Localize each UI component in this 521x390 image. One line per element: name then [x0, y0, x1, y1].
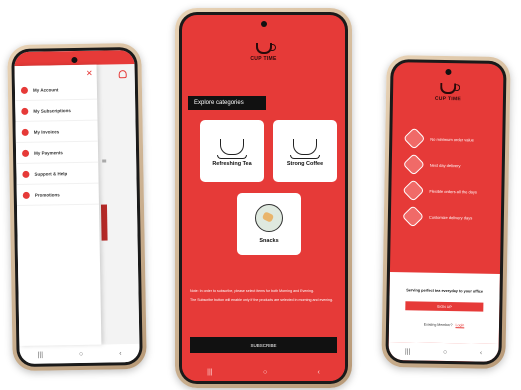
feature-label: Flexible orders all the days — [429, 188, 477, 195]
back-icon[interactable]: ‹ — [119, 350, 121, 357]
app-logo: CUP TIME — [433, 82, 463, 103]
note-text-2: The Subscribe button will enable only if… — [190, 298, 334, 302]
center-phone-screen: CUP TIME Explore categories Refreshing T… — [182, 15, 345, 381]
snacks-icon — [255, 204, 283, 232]
existing-member-text: Existing Member? — [423, 322, 453, 328]
drawer-item-my-payments[interactable]: My Payments — [15, 141, 99, 165]
coffee-cup-icon — [290, 139, 320, 159]
signup-panel: Serving perfect tea everyday to your off… — [388, 272, 500, 344]
note-text-1: Note: In order to subscribe, please sele… — [190, 289, 315, 293]
login-link[interactable]: Login — [455, 323, 464, 327]
customize-icon — [401, 205, 425, 228]
left-phone: ✕ My Account My Subscriptions My Invoice… — [7, 42, 147, 372]
logo-cup-icon — [255, 43, 276, 54]
center-phone: CUP TIME Explore categories Refreshing T… — [175, 8, 352, 388]
feature-item: Next day delivery — [402, 151, 502, 179]
subscribe-button[interactable]: SUBSCRIBE — [190, 337, 337, 353]
invoice-icon — [21, 128, 29, 136]
subscription-note: Note: In order to subscribe, please sele… — [190, 289, 337, 307]
signup-button[interactable]: SIGN UP — [405, 301, 484, 312]
subscription-icon — [21, 107, 29, 115]
feature-item: No minimum order value — [402, 125, 502, 153]
payment-icon — [21, 149, 30, 157]
recents-icon[interactable]: ||| — [37, 351, 43, 358]
system-nav-bar: ||| ○ ‹ — [182, 363, 345, 381]
drawer-item-label: Promotions — [34, 191, 60, 198]
drawer-item-label: My Account — [32, 86, 59, 93]
right-phone: CUP TIME No minimum order value Next day… — [381, 54, 511, 370]
feature-label: Next day delivery — [429, 162, 461, 168]
app-logo: CUP TIME — [249, 43, 279, 62]
promotion-icon — [22, 191, 30, 199]
navigation-drawer: ✕ My Account My Subscriptions My Invoice… — [14, 64, 102, 347]
drawer-item-my-subscriptions[interactable]: My Subscriptions — [15, 99, 98, 123]
home-icon[interactable]: ○ — [443, 348, 447, 355]
drawer-item-label: My Subscriptions — [33, 107, 71, 114]
drawer-item-label: My Payments — [34, 149, 63, 156]
right-phone-screen: CUP TIME No minimum order value Next day… — [388, 62, 504, 362]
tea-cup-icon — [217, 139, 247, 159]
camera-punch-hole — [445, 68, 452, 76]
feature-list: No minimum order value Next day delivery… — [391, 125, 503, 231]
camera-punch-hole — [71, 56, 78, 64]
divider — [102, 159, 107, 163]
background-red-bar — [100, 204, 108, 241]
recents-icon[interactable]: ||| — [405, 348, 411, 355]
drawer-item-my-invoices[interactable]: My Invoices — [15, 120, 98, 144]
signup-prompt: Serving perfect tea everyday to your off… — [406, 288, 484, 294]
logo-name: CUP TIME — [434, 95, 462, 103]
home-icon[interactable]: ○ — [263, 369, 267, 376]
center-phone-bezel: CUP TIME Explore categories Refreshing T… — [179, 12, 348, 384]
back-icon[interactable]: ‹ — [480, 349, 482, 356]
camera-punch-hole — [260, 21, 267, 27]
user-icon — [20, 86, 29, 94]
logo-name: CUP TIME — [250, 56, 277, 62]
home-icon[interactable]: ○ — [79, 350, 83, 357]
feature-item: Flexible orders all the days — [402, 177, 501, 205]
explore-categories-heading: Explore categories — [188, 96, 266, 110]
system-nav-bar: ||| ○ ‹ — [388, 342, 499, 362]
minimum-order-icon — [402, 127, 426, 150]
category-label: Strong Coffee — [286, 161, 324, 167]
left-phone-bezel: ✕ My Account My Subscriptions My Invoice… — [11, 46, 143, 368]
left-phone-screen: ✕ My Account My Subscriptions My Invoice… — [14, 49, 140, 365]
recents-icon[interactable]: ||| — [207, 369, 212, 376]
bell-icon[interactable] — [118, 70, 127, 79]
feature-label: No minimum order value — [430, 136, 474, 142]
right-phone-bezel: CUP TIME No minimum order value Next day… — [385, 59, 507, 365]
drawer-item-promotions[interactable]: Promotions — [16, 183, 99, 207]
system-nav-bar: ||| ○ ‹ — [19, 343, 140, 365]
category-card-snacks[interactable]: Snacks — [237, 193, 301, 255]
logo-cup-icon — [440, 82, 457, 95]
login-row: Existing Member? Login — [389, 322, 499, 328]
category-label: Snacks — [259, 238, 279, 244]
support-icon — [22, 170, 30, 178]
calendar-icon — [402, 179, 425, 202]
back-icon[interactable]: ‹ — [317, 369, 319, 376]
drawer-item-my-account[interactable]: My Account — [14, 78, 98, 102]
category-grid: Refreshing Tea Strong Coffee Snacks — [182, 120, 345, 270]
drawer-item-label: Support & Help — [34, 170, 68, 177]
category-label: Refreshing Tea — [212, 161, 252, 167]
category-card-strong-coffee[interactable]: Strong Coffee — [273, 120, 337, 182]
delivery-icon — [402, 153, 426, 176]
close-icon[interactable]: ✕ — [86, 69, 93, 78]
category-card-refreshing-tea[interactable]: Refreshing Tea — [200, 120, 264, 182]
feature-item: Customize delivery days — [401, 203, 501, 231]
drawer-item-label: My Invoices — [33, 128, 60, 135]
drawer-item-support-help[interactable]: Support & Help — [16, 162, 99, 186]
feature-label: Customize delivery days — [428, 214, 473, 220]
